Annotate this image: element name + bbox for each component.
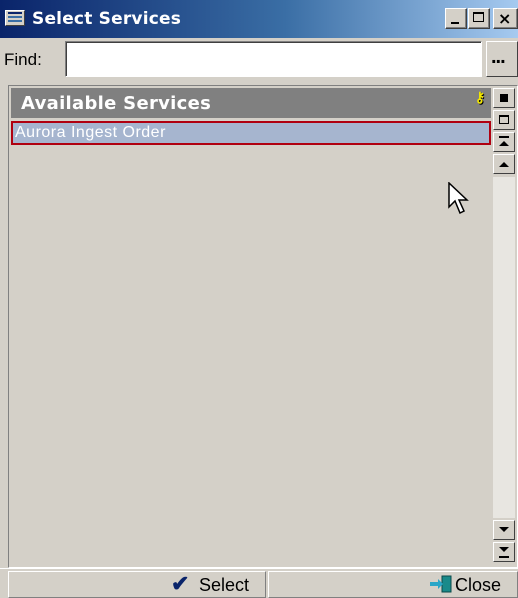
restore-button[interactable] — [493, 110, 515, 130]
list-header-title: Available Services — [21, 93, 212, 114]
arrow-up-icon — [499, 162, 509, 167]
list-item-label: Aurora Ingest Order — [15, 124, 166, 141]
select-services-window: Select Services × Find: ... Available Se… — [0, 0, 518, 598]
close-window-button[interactable]: × — [493, 8, 518, 29]
close-icon: × — [498, 9, 512, 28]
arrow-down-icon — [499, 527, 509, 532]
bar-top-icon — [499, 136, 509, 138]
minimize-button[interactable] — [445, 8, 467, 29]
square-icon — [500, 94, 508, 102]
app-window-icon[interactable] — [5, 10, 25, 26]
list-item-selected[interactable]: Aurora Ingest Order — [11, 121, 491, 145]
vertical-scrollbar[interactable] — [493, 88, 515, 564]
title-bar[interactable]: Select Services × — [0, 0, 518, 38]
services-list: Available Services ⚷ Aurora Ingest Order — [8, 85, 518, 568]
exit-door-icon — [430, 575, 452, 593]
minimize-icon — [451, 22, 459, 24]
find-input[interactable] — [65, 41, 482, 77]
list-rows: Aurora Ingest Order — [11, 121, 491, 561]
scrollbar-track[interactable] — [493, 177, 515, 518]
window-title: Select Services — [32, 9, 182, 29]
mouse-cursor-icon — [448, 182, 469, 215]
select-button-label: Select — [199, 575, 250, 595]
find-label: Find: — [4, 50, 42, 69]
close-button-label: Close — [455, 575, 502, 595]
arrow-up-icon — [499, 141, 509, 146]
list-header[interactable]: Available Services ⚷ — [11, 88, 491, 118]
find-row: Find: ... — [0, 38, 518, 80]
key-icon: ⚷ — [474, 89, 485, 105]
button-bar: ✔ Select Close — [0, 568, 518, 598]
bar-bottom-icon — [499, 556, 509, 558]
scroll-top-button[interactable] — [493, 132, 515, 152]
find-browse-button[interactable]: ... — [486, 41, 518, 77]
scroll-down-button[interactable] — [493, 520, 515, 540]
ellipsis-icon: ... — [491, 46, 506, 68]
maximize-icon — [473, 12, 484, 22]
scroll-bottom-button[interactable] — [493, 542, 515, 562]
maximize-button[interactable] — [468, 8, 490, 29]
stop-button[interactable] — [493, 88, 515, 108]
checkmark-icon: ✔ — [171, 571, 190, 596]
select-button[interactable]: ✔ Select — [8, 571, 266, 598]
restore-icon — [499, 115, 509, 124]
arrow-down-icon — [499, 547, 509, 552]
close-button[interactable]: Close — [268, 571, 518, 598]
scroll-up-button[interactable] — [493, 154, 515, 174]
